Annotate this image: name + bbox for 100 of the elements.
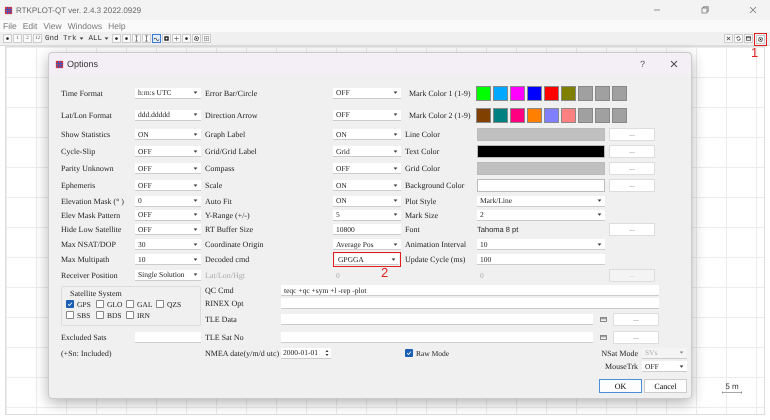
- color-swatch[interactable]: [492, 108, 508, 122]
- caret-icon: [193, 242, 198, 246]
- cancel-button[interactable]: Cancel: [644, 379, 687, 393]
- field-label: Direction Arrow: [205, 110, 259, 120]
- field-label: Y-Range (+/-): [205, 210, 251, 220]
- caret-icon: [193, 148, 198, 154]
- color-swatch[interactable]: [594, 108, 610, 122]
- window-icon[interactable]: [744, 34, 753, 43]
- color-swatch[interactable]: [477, 179, 605, 192]
- field-label: Show Statistics: [61, 130, 112, 139]
- field-label: Line Color: [405, 130, 441, 139]
- settings-icon[interactable]: [192, 34, 202, 43]
- field-label: Mark Size: [405, 210, 440, 220]
- color-swatch[interactable]: [612, 86, 627, 100]
- wave-icon[interactable]: [152, 34, 162, 43]
- field-label: NSat Mode: [601, 348, 638, 358]
- scale-label: 5 m: [725, 382, 739, 391]
- close-icon[interactable]: [669, 59, 679, 69]
- text-field[interactable]: [281, 332, 593, 342]
- color-swatch[interactable]: [477, 145, 605, 158]
- caret-icon: [679, 364, 684, 368]
- field-label: Mark Color 2 (1-9): [409, 110, 471, 120]
- caret-icon: [193, 182, 198, 188]
- range-icon[interactable]: [132, 34, 142, 43]
- field-label: Lat/Lon/Hgt: [205, 270, 246, 280]
- range-icon[interactable]: [142, 34, 152, 43]
- field-label: TLE Sat No: [205, 332, 245, 342]
- text-field[interactable]: [281, 298, 659, 309]
- color-swatch[interactable]: [477, 128, 605, 141]
- field-label: Mark Color 1 (1-9): [409, 88, 471, 98]
- field-label: TLE Data: [205, 314, 238, 324]
- app-logo-icon: [55, 60, 64, 68]
- color-swatch[interactable]: [510, 108, 525, 122]
- field-label: Plot Style: [405, 196, 438, 206]
- color-swatch[interactable]: [510, 86, 525, 100]
- field-label: Excluded Sats: [61, 332, 108, 342]
- menu-item[interactable]: File: [3, 21, 17, 31]
- group-title: Satellite System: [70, 288, 123, 298]
- color-swatch[interactable]: [477, 162, 605, 175]
- field-label: Error Bar/Circle: [205, 88, 258, 98]
- color-swatch[interactable]: [526, 108, 542, 122]
- field-label: NMEA date(y/m/d utc): [205, 348, 277, 358]
- color-swatch[interactable]: [544, 108, 559, 122]
- check-icon: [67, 301, 73, 307]
- text-field[interactable]: [135, 332, 201, 342]
- caret-icon: [193, 198, 198, 203]
- field-label: Background Color: [405, 181, 466, 190]
- field-label: Grid/Grid Label: [205, 147, 258, 156]
- field-label: Receiver Position: [61, 270, 119, 280]
- caret-icon: [597, 212, 602, 217]
- color-swatch[interactable]: [492, 86, 508, 100]
- field-label: Elevation Mask (° ): [61, 196, 125, 206]
- spin-arrows-icon: [325, 348, 329, 356]
- plot-area[interactable]: [5, 46, 765, 415]
- dot-icon[interactable]: [3, 34, 12, 43]
- field-label: RINEX Opt: [205, 299, 244, 308]
- field-label: Parity Unknown: [61, 164, 115, 173]
- caret-icon: [193, 272, 198, 277]
- menu-item[interactable]: Windows: [68, 21, 102, 31]
- color-swatch[interactable]: [476, 86, 491, 100]
- text-field[interactable]: [281, 314, 593, 324]
- ok-button[interactable]: OK: [599, 379, 642, 393]
- note-text: (+Sn: Included): [61, 348, 112, 358]
- menu-item[interactable]: Edit: [22, 21, 38, 31]
- color-swatch[interactable]: [560, 108, 576, 122]
- menu-item[interactable]: View: [43, 21, 62, 31]
- restore-icon[interactable]: [700, 5, 710, 15]
- field-label: Time Format: [61, 88, 104, 98]
- field-label: Hide Low Satellite: [61, 225, 122, 234]
- color-swatch[interactable]: [578, 86, 593, 100]
- field-label: Graph Label: [205, 130, 246, 139]
- field-label: Max NSAT/DOP: [61, 240, 117, 249]
- color-swatch[interactable]: [594, 86, 610, 100]
- caret-icon: [193, 166, 198, 170]
- square-icon[interactable]: [162, 34, 172, 43]
- field-label: Compass: [205, 164, 236, 173]
- color-swatch[interactable]: [560, 86, 576, 100]
- field-label: Decoded cmd: [205, 255, 250, 264]
- view-icon[interactable]: [600, 334, 606, 340]
- app-logo-icon: [4, 6, 13, 14]
- caret-icon: [193, 90, 198, 95]
- color-swatch[interactable]: [476, 108, 491, 122]
- annotation-number: 2: [381, 265, 388, 280]
- help-button[interactable]: ?: [638, 59, 647, 69]
- scale-bar-icon: [722, 391, 742, 394]
- caret-icon: [78, 36, 84, 41]
- caret-icon: [193, 256, 198, 262]
- color-swatch[interactable]: [526, 86, 542, 100]
- field-label: Max Multipath: [61, 255, 110, 264]
- field-label: Coordinate Origin: [205, 240, 264, 249]
- menu-item[interactable]: Help: [108, 21, 126, 31]
- caret-icon: [104, 36, 110, 41]
- caret-icon: [193, 226, 198, 232]
- caret-icon: [393, 242, 398, 246]
- view-icon[interactable]: [600, 316, 606, 322]
- color-swatch[interactable]: [578, 108, 593, 122]
- color-swatch[interactable]: [612, 108, 627, 122]
- field-label: Font: [405, 225, 421, 234]
- refresh-icon[interactable]: [734, 34, 743, 43]
- color-swatch[interactable]: [544, 86, 559, 100]
